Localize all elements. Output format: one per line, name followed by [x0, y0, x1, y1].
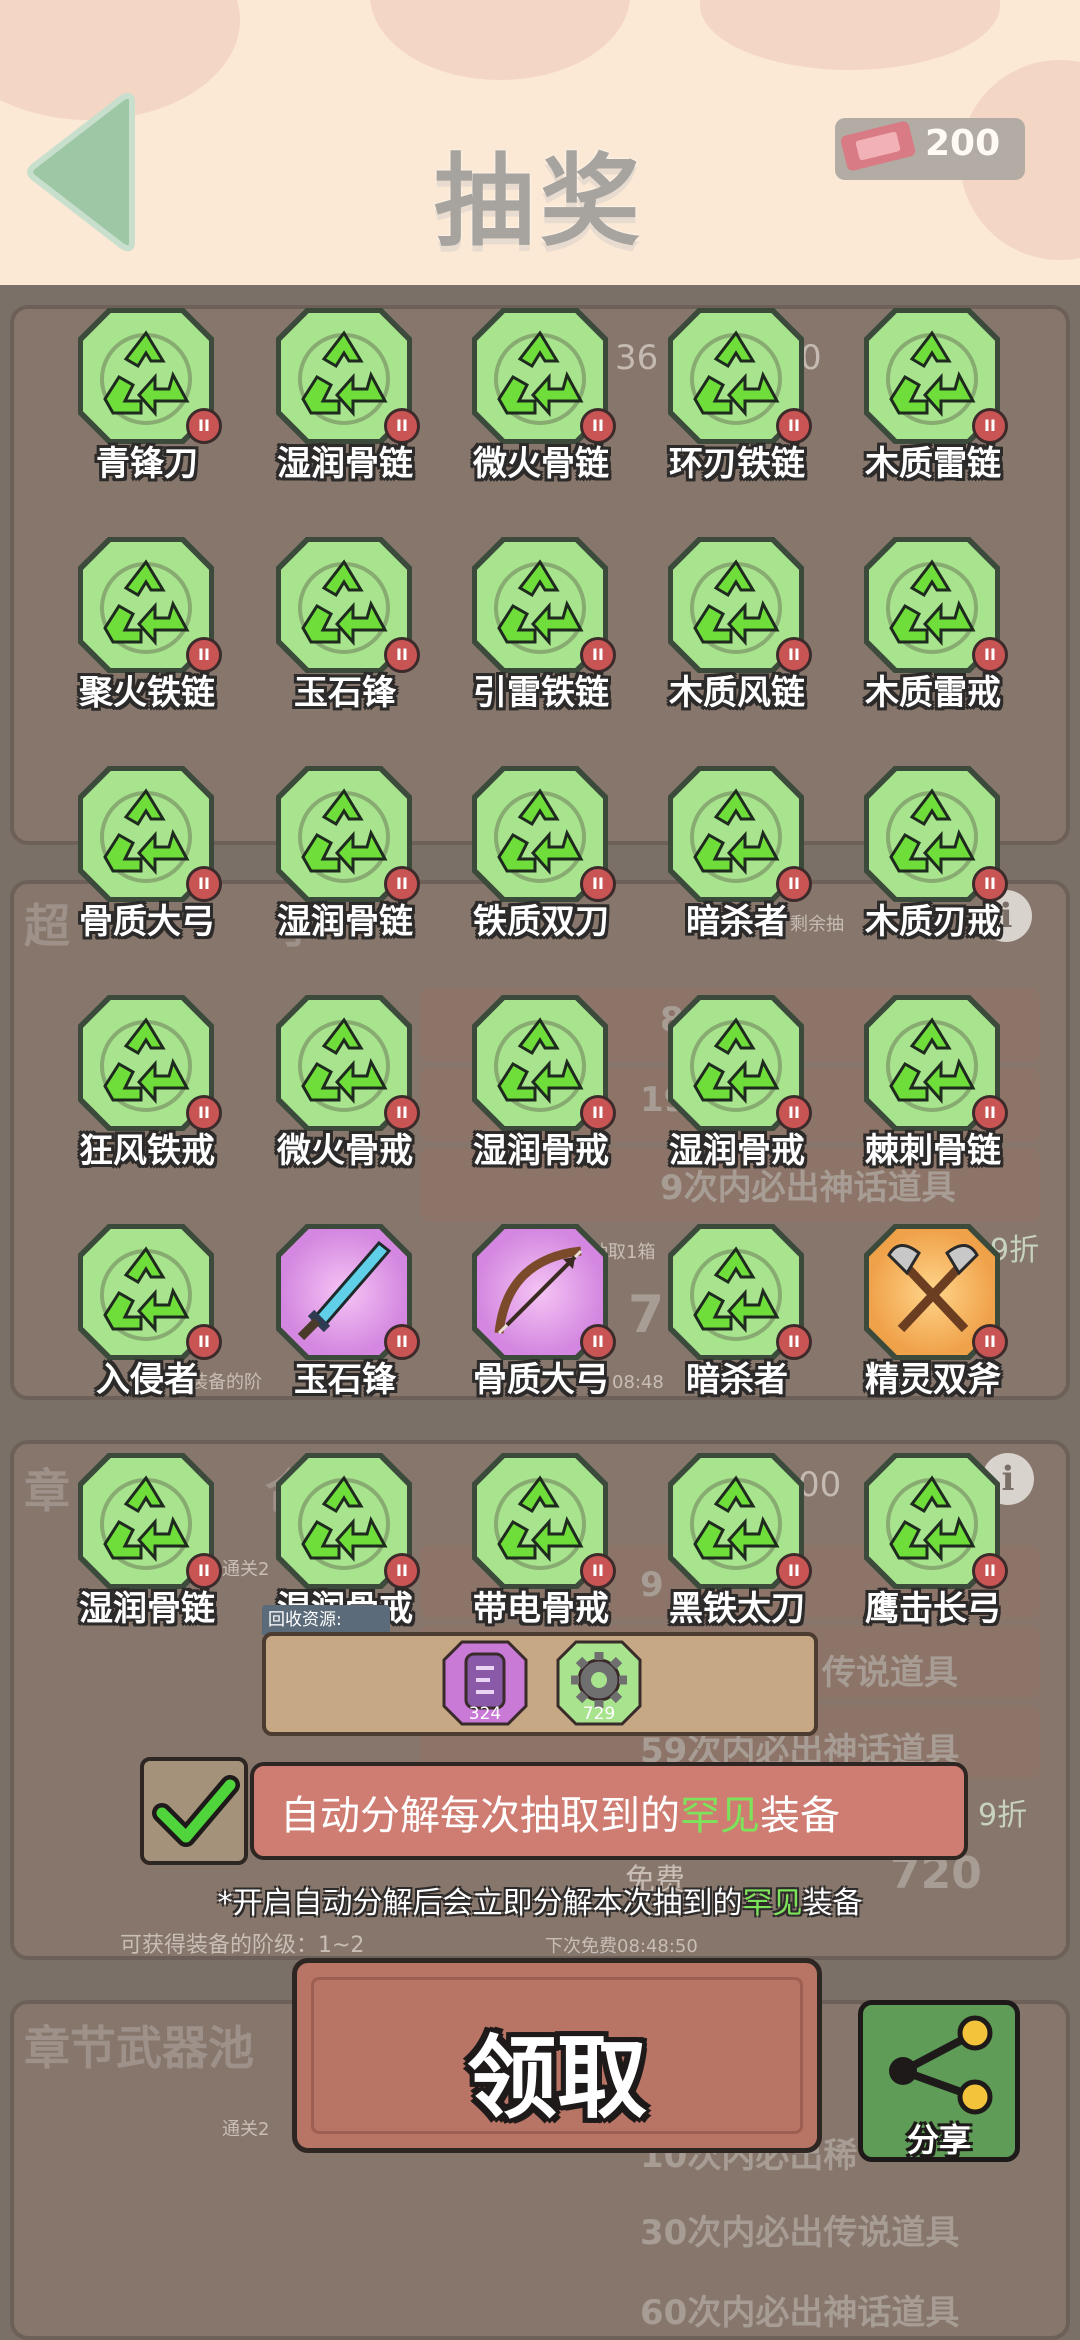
hint-before: *开启自动分解后会立即分解本次抽到的	[217, 1886, 743, 1921]
auto-text-highlight: 罕见	[680, 1793, 760, 1839]
auto-decompose-label: 自动分解每次抽取到的罕见装备	[280, 1783, 840, 1841]
reward-item[interactable]: II 引雷铁链	[466, 537, 616, 713]
ticket-count: 200	[925, 123, 1001, 164]
reward-item[interactable]: II 青锋刀	[72, 308, 222, 484]
reward-item[interactable]: II 黑铁太刀	[662, 1453, 812, 1629]
reward-item[interactable]: II 环刃铁链	[662, 308, 812, 484]
item-name: 湿润骨戒	[473, 1131, 609, 1171]
item-name: 微火骨戒	[277, 1131, 413, 1171]
reward-item[interactable]: II 木质雷戒	[858, 537, 1008, 713]
pool1-timer-partial: 36	[615, 338, 659, 378]
resource-count: 324	[468, 1704, 502, 1724]
reward-item[interactable]: II 鹰击长弓	[858, 1453, 1008, 1629]
pool3-next-free: 下次免费08:48:50	[545, 1936, 698, 1957]
auto-decompose-checkbox[interactable]	[140, 1757, 248, 1865]
resource-gear: 729	[554, 1638, 644, 1730]
reward-item[interactable]: II 聚火铁链	[72, 537, 222, 713]
item-name: 木质雷戒	[865, 673, 1001, 713]
pool2-price: 7	[628, 1285, 665, 1345]
item-name: 鹰击长弓	[865, 1589, 1001, 1629]
item-name: 骨质大弓	[79, 902, 215, 942]
item-name: 湿润骨链	[277, 902, 413, 942]
reward-item[interactable]: II 湿润骨链	[72, 1453, 222, 1629]
reward-item[interactable]: II湿润骨戒	[662, 995, 812, 1171]
item-name: 暗杀者	[686, 1360, 788, 1400]
share-label: 分享	[906, 2121, 971, 2159]
item-name: 聚火铁链	[79, 673, 215, 713]
claim-label: 领取	[467, 2026, 647, 2131]
reward-item[interactable]: II 暗杀者	[662, 766, 812, 942]
item-name: 精灵双斧	[865, 1360, 1001, 1400]
reward-item[interactable]: II 狂风铁戒	[72, 995, 222, 1171]
item-name: 黑铁太刀	[669, 1589, 805, 1629]
item-name: 环刃铁链	[669, 444, 805, 484]
reward-item[interactable]: II湿润骨戒	[466, 995, 616, 1171]
checkmark-icon	[152, 1775, 240, 1847]
item-name: 狂风铁戒	[79, 1131, 215, 1171]
item-name: 暗杀者	[686, 902, 788, 942]
pool4-line-2: 30次内必出传说道具	[640, 2213, 960, 2253]
item-name: 湿润骨链	[277, 444, 413, 484]
reward-item[interactable]: II 湿润骨链	[270, 766, 420, 942]
item-name: 木质雷链	[865, 444, 1001, 484]
item-name: 引雷铁链	[473, 673, 609, 713]
reward-item[interactable]: II 暗杀者	[662, 1224, 812, 1400]
recycle-panel	[262, 1632, 818, 1736]
pool3-pass: 通关2	[222, 1559, 270, 1580]
resource-rune-stone: 324	[440, 1638, 530, 1730]
reward-item[interactable]: II 微火骨链	[466, 308, 616, 484]
share-button[interactable]: 分享	[858, 2000, 1020, 2162]
bg-blob	[700, 0, 1000, 70]
pool3-title-partial: 章	[24, 1464, 70, 1518]
pool3-line-2: 传说道具	[822, 1653, 958, 1693]
item-name: 棘刺骨链	[865, 1131, 1001, 1171]
pool3-stage-hint: 可获得装备的阶级：1~2	[120, 1933, 365, 1958]
item-name: 青锋刀	[96, 444, 198, 484]
pool4-pass: 通关2	[222, 2119, 270, 2140]
ticket-icon	[840, 121, 916, 171]
item-name: 带电骨戒	[473, 1589, 609, 1629]
reward-item[interactable]: II 微火骨戒	[270, 995, 420, 1171]
item-name: 微火骨链	[473, 444, 609, 484]
reward-item[interactable]: II湿润骨戒	[270, 1453, 420, 1629]
reward-item[interactable]: II 骨质大弓	[72, 766, 222, 942]
share-icon	[889, 2015, 993, 2115]
claim-button[interactable]: 领取	[292, 1958, 822, 2153]
reward-item[interactable]: II 铁质双刀	[466, 766, 616, 942]
hint-highlight: 罕见	[742, 1886, 803, 1921]
item-name: 入侵者	[96, 1360, 198, 1400]
item-name: 湿润骨戒	[669, 1131, 805, 1171]
bg-blob	[370, 0, 630, 80]
reward-item[interactable]: II 精灵双斧	[858, 1224, 1008, 1400]
item-name: 木质刃戒	[865, 902, 1001, 942]
reward-item[interactable]: II 棘刺骨链	[858, 995, 1008, 1171]
reward-item[interactable]: II 入侵者	[72, 1224, 222, 1400]
item-name: 铁质双刀	[473, 902, 609, 942]
pool4-line-3: 60次内必出神话道具	[640, 2293, 960, 2333]
reward-item[interactable]: II 湿润骨链	[270, 308, 420, 484]
reward-item[interactable]: II 带电骨戒	[466, 1453, 616, 1629]
item-name: 木质风链	[669, 673, 805, 713]
hint-after: 装备	[802, 1886, 863, 1921]
reward-item[interactable]: II 骨质大弓	[466, 1224, 616, 1400]
item-name: 骨质大弓	[473, 1360, 609, 1400]
auto-text-before: 自动分解每次抽取到的	[280, 1793, 680, 1839]
reward-item[interactable]: II 木质风链	[662, 537, 812, 713]
reward-item[interactable]: II 木质刃戒	[858, 766, 1008, 942]
pool4-title: 章节武器池	[24, 2021, 254, 2075]
item-name: 湿润骨链	[79, 1589, 215, 1629]
item-name: 玉石锋	[294, 673, 396, 713]
reward-item[interactable]: II 玉石锋	[270, 1224, 420, 1400]
recycle-label: 回收资源:	[262, 1605, 390, 1635]
pool3-discount: 9折	[978, 1798, 1028, 1833]
auto-text-after: 装备	[760, 1793, 840, 1839]
reward-item[interactable]: II 木质雷链	[858, 308, 1008, 484]
auto-decompose-hint: *开启自动分解后会立即分解本次抽到的罕见装备	[0, 1878, 1080, 1922]
item-name: 玉石锋	[294, 1360, 396, 1400]
resource-count: 729	[582, 1704, 616, 1724]
reward-item[interactable]: II 玉石锋	[270, 537, 420, 713]
